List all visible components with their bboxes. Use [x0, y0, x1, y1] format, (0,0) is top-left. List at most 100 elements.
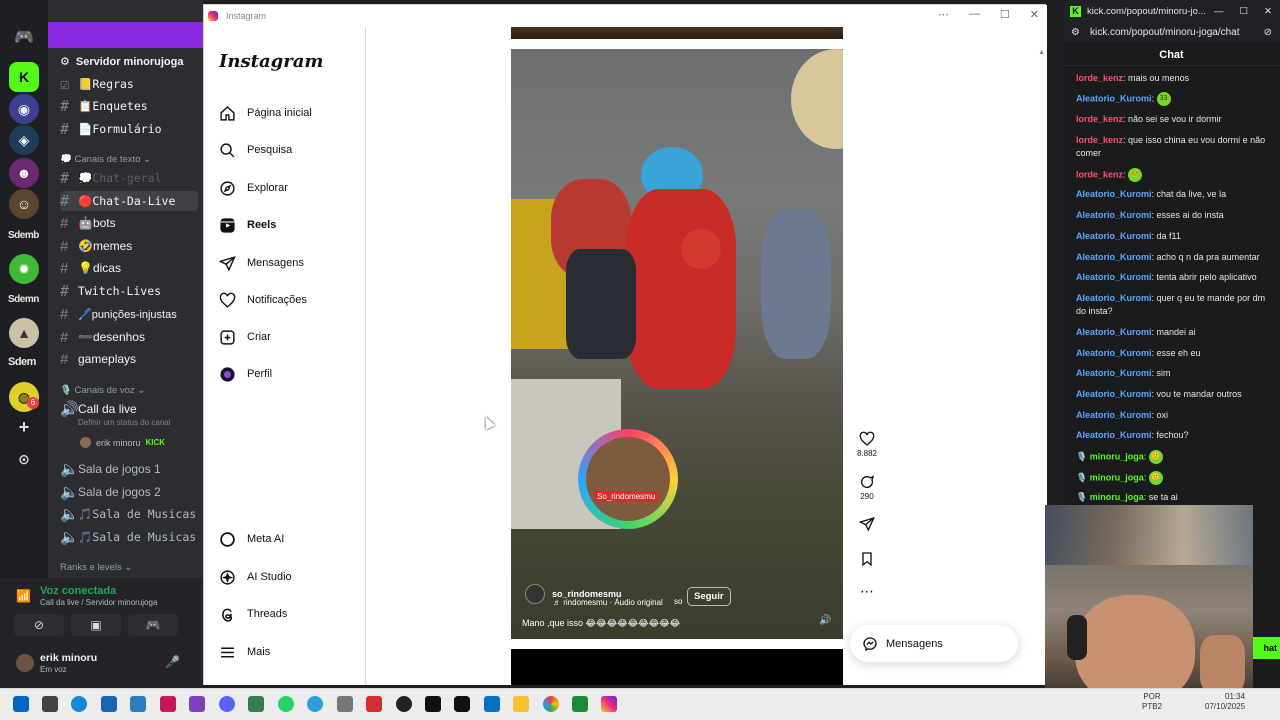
chat-username[interactable]: Aleatorio_Kuromi — [1076, 272, 1152, 282]
activity-button[interactable]: 🎮 — [128, 614, 178, 636]
clock[interactable]: 01:34 07/10/2025 — [1205, 692, 1245, 712]
chat-username[interactable]: 🎙️ minoru_joga — [1076, 451, 1144, 461]
nav-notifications[interactable]: Notificações — [219, 288, 307, 312]
nav-more[interactable]: Mais — [219, 640, 270, 664]
chat-username[interactable]: lorde_kenz — [1076, 135, 1123, 145]
server-icon-2[interactable]: ◈ — [9, 125, 39, 155]
chat-username[interactable]: 🎙️ minoru_joga — [1076, 472, 1144, 482]
reel-audio[interactable]: ♬ rindomesmu · Áudio original — [553, 598, 663, 607]
like-action[interactable]: 8.882 — [852, 431, 882, 458]
app-icon[interactable] — [366, 696, 382, 712]
voice-status-hint[interactable]: Definir um status do canal — [78, 418, 171, 427]
nav-home[interactable]: Página inicial — [219, 101, 312, 125]
chat-username[interactable]: Aleatorio_Kuromi — [1076, 93, 1152, 103]
follow-button[interactable]: Seguir — [687, 587, 731, 606]
nav-search[interactable]: Pesquisa — [219, 138, 292, 162]
nav-messages[interactable]: Mensagens — [219, 251, 304, 275]
server-icon-1[interactable]: ◉ — [9, 94, 39, 124]
comment-action[interactable]: 290 — [852, 474, 882, 501]
channel-dicas[interactable]: # 💡dicas — [60, 258, 210, 278]
nav-ai-studio[interactable]: AI Studio — [219, 565, 292, 589]
voice-channel-jogos-2[interactable]: 🔈 Sala de jogos 2 — [60, 482, 210, 502]
start-icon[interactable] — [13, 696, 29, 712]
voice-member[interactable]: erik minoru KICK — [80, 437, 165, 448]
close-icon[interactable]: ✕ — [1030, 8, 1039, 21]
app-icon[interactable] — [396, 696, 412, 712]
voice-channel-musicas-1[interactable]: 🔈 🎵Sala de Musicas 1 — [60, 504, 210, 524]
outlook-icon[interactable] — [484, 696, 500, 712]
category-text-channels[interactable]: 💭 Canais de texto ⌄ — [60, 154, 151, 165]
nav-meta-ai[interactable]: Meta AI — [219, 527, 284, 551]
minimize-icon[interactable]: — — [969, 8, 980, 21]
channel-punicoes[interactable]: # 🖊️punições-injustas — [60, 304, 210, 324]
chat-send-button[interactable]: hat — [1253, 637, 1280, 659]
nav-reels[interactable]: Reels — [219, 213, 276, 237]
whatsapp-icon[interactable] — [278, 696, 294, 712]
server-icon-4[interactable]: ☺ — [9, 189, 39, 219]
channel-gameplays[interactable]: # gameplays — [60, 349, 210, 369]
eye-off-icon[interactable]: ⊘ — [1264, 27, 1272, 38]
app-icon[interactable] — [248, 696, 264, 712]
scroll-up-arrow[interactable]: ▲ — [1038, 49, 1045, 56]
nav-create[interactable]: Criar — [219, 325, 271, 349]
volume-icon[interactable]: 🔊 — [819, 615, 831, 626]
microphone-icon[interactable]: 🎤 — [165, 655, 180, 669]
chat-username[interactable]: Aleatorio_Kuromi — [1076, 293, 1152, 303]
avatar[interactable] — [16, 654, 34, 672]
task-view-icon[interactable] — [42, 696, 58, 712]
channel-rules[interactable]: ☑ 📒Regras — [60, 74, 210, 94]
previous-reel[interactable] — [511, 27, 843, 39]
server-icon-6[interactable]: ▲ — [9, 318, 39, 348]
maximize-icon[interactable]: ☐ — [1000, 8, 1010, 21]
channel-chat-geral[interactable]: # 💭Chat-geral — [60, 168, 210, 188]
app-icon[interactable] — [130, 696, 146, 712]
voice-channel-call-da-live[interactable]: 🔊 Call da live — [60, 399, 210, 419]
reel-video[interactable]: So_rindomesmu so_rindomesmu ♬ rindomesmu… — [511, 49, 843, 639]
server-header[interactable]: ⚙ Servidor minorujoga — [60, 55, 183, 69]
channel-chat-da-live[interactable]: # 🔴Chat-Da-Live — [60, 191, 198, 211]
telegram-icon[interactable] — [307, 696, 323, 712]
chat-username[interactable]: Aleatorio_Kuromi — [1076, 231, 1152, 241]
app-icon[interactable] — [572, 696, 588, 712]
folder-icon[interactable] — [513, 696, 529, 712]
channel-bots[interactable]: # 🤖bots — [60, 213, 210, 233]
minimize-icon[interactable]: — — [1214, 6, 1224, 17]
channel-desenhos[interactable]: # ➖desenhos — [60, 327, 210, 347]
nav-threads[interactable]: Threads — [219, 602, 287, 626]
add-server-icon[interactable]: + — [9, 412, 39, 442]
more-options-icon[interactable]: ⋯ — [938, 8, 949, 21]
voice-connected-subtitle[interactable]: Call da live / Servidor minorujoga — [40, 598, 157, 607]
voice-channel-musicas-2[interactable]: 🔈 🎵Sala de Musicas 2 — [60, 527, 210, 547]
chat-username[interactable]: lorde_kenz — [1076, 73, 1123, 83]
x-icon[interactable] — [425, 696, 441, 712]
reel-caption[interactable]: Mano ,que isso 😂😂😂😂😂😂😂😂😂 — [522, 618, 680, 629]
chat-username[interactable]: Aleatorio_Kuromi — [1076, 368, 1152, 378]
chat-username[interactable]: Aleatorio_Kuromi — [1076, 189, 1152, 199]
chat-username[interactable]: Aleatorio_Kuromi — [1076, 348, 1152, 358]
messages-pill-button[interactable]: Mensagens — [850, 625, 1018, 662]
reel-author[interactable]: so_rindomesmu ♬ rindomesmu · Áudio origi… — [525, 584, 663, 607]
instagram-icon[interactable] — [601, 696, 617, 712]
chat-username[interactable]: Aleatorio_Kuromi — [1076, 410, 1152, 420]
chat-username[interactable]: lorde_kenz — [1076, 169, 1123, 179]
chat-username[interactable]: Aleatorio_Kuromi — [1076, 389, 1152, 399]
share-action[interactable] — [852, 516, 882, 534]
more-options-icon[interactable]: ⋯ — [852, 583, 882, 600]
server-icon-3[interactable]: ☻ — [9, 158, 39, 188]
screen-share-button[interactable]: ▣ — [71, 614, 121, 636]
camera-off-button[interactable]: ⊘ — [14, 614, 64, 636]
discord-icon[interactable] — [219, 696, 235, 712]
chat-username[interactable]: Aleatorio_Kuromi — [1076, 252, 1152, 262]
nav-explore[interactable]: Explorar — [219, 176, 288, 200]
tiktok-icon[interactable] — [454, 696, 470, 712]
category-ranks[interactable]: Ranks e levels ⌄ — [60, 562, 132, 573]
edge-icon[interactable] — [71, 696, 87, 712]
chat-username[interactable]: 🎙️ minoru_joga — [1076, 492, 1144, 502]
server-icon-5[interactable]: ✹ — [9, 254, 39, 284]
language-indicator[interactable]: POR PTB2 — [1142, 692, 1162, 712]
category-voice-channels[interactable]: 🎙️ Canais de voz ⌄ — [60, 385, 145, 396]
chat-username[interactable]: Aleatorio_Kuromi — [1076, 327, 1152, 337]
app-icon[interactable] — [337, 696, 353, 712]
channel-polls[interactable]: # 📋Enquetes — [60, 96, 210, 116]
current-user-name[interactable]: erik minoru — [40, 652, 97, 664]
